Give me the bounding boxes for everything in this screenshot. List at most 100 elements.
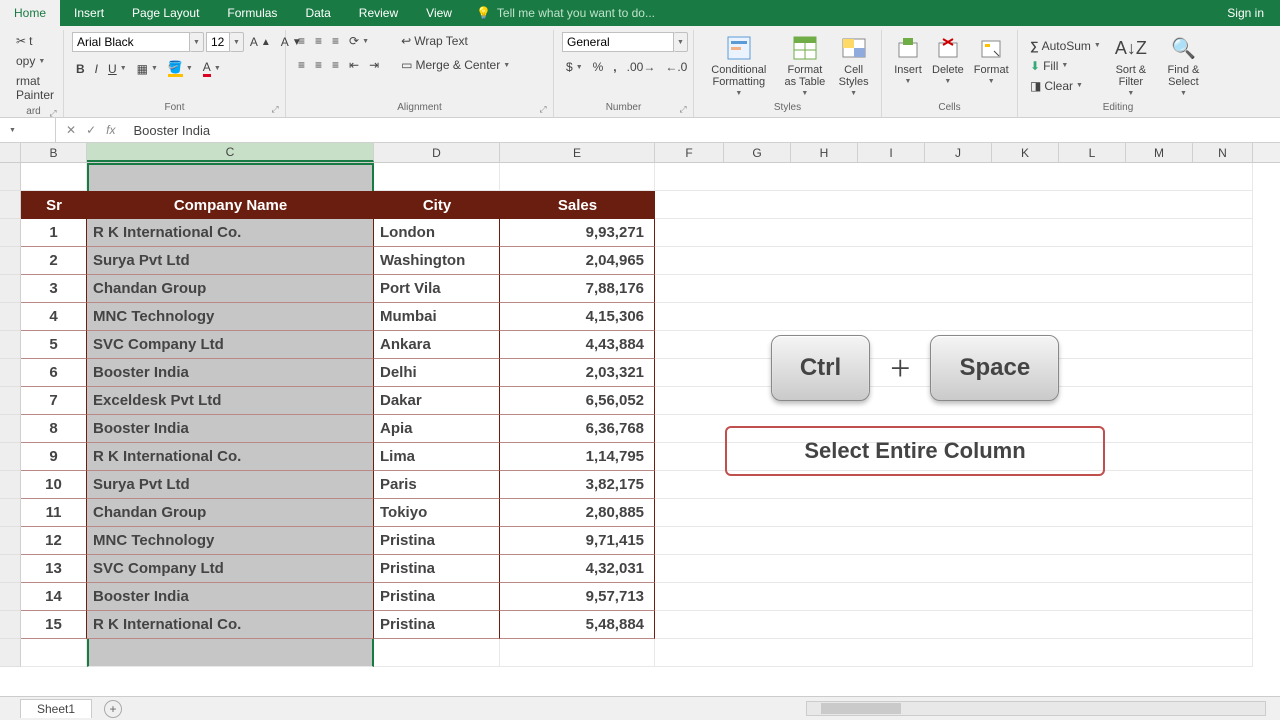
plus-icon: + xyxy=(890,347,910,389)
select-all-corner[interactable] xyxy=(0,143,21,162)
tab-insert[interactable]: Insert xyxy=(60,0,118,26)
column-header-L[interactable]: L xyxy=(1059,143,1126,162)
tell-me-search[interactable]: 💡 Tell me what you want to do... xyxy=(466,6,1211,20)
cell-styles-button[interactable]: Cell Styles▼ xyxy=(834,32,873,99)
column-header-E[interactable]: E xyxy=(500,143,655,162)
format-as-table-button[interactable]: Format as Table▼ xyxy=(778,32,833,99)
column-header-M[interactable]: M xyxy=(1126,143,1193,162)
align-bottom-button[interactable]: ≡ xyxy=(328,32,343,50)
row-header[interactable] xyxy=(0,191,21,219)
border-button[interactable]: ▦ ▼ xyxy=(133,60,162,78)
bucket-icon: 🪣 xyxy=(168,60,183,77)
comma-button[interactable]: , xyxy=(609,58,620,76)
row-header[interactable] xyxy=(0,639,21,667)
tab-view[interactable]: View xyxy=(412,0,466,26)
name-box[interactable]: ▼ xyxy=(0,118,56,142)
currency-button[interactable]: $ ▼ xyxy=(562,58,587,76)
align-top-button[interactable]: ≡ xyxy=(294,32,309,50)
column-header-F[interactable]: F xyxy=(655,143,724,162)
row-header[interactable] xyxy=(0,387,21,415)
fill-button[interactable]: ⬇ Fill ▼ xyxy=(1026,57,1105,75)
search-icon: 🔍 xyxy=(1169,34,1197,62)
align-left-button[interactable]: ≡ xyxy=(294,56,309,74)
bold-button[interactable]: B xyxy=(72,60,89,78)
row-header[interactable] xyxy=(0,583,21,611)
format-painter-button[interactable]: rmat Painter xyxy=(12,72,58,104)
row-header[interactable] xyxy=(0,499,21,527)
conditional-formatting-button[interactable]: Conditional Formatting▼ xyxy=(702,32,776,99)
sign-in-link[interactable]: Sign in xyxy=(1211,6,1280,20)
horizontal-scrollbar[interactable] xyxy=(806,701,1266,716)
row-header[interactable] xyxy=(0,275,21,303)
sort-filter-button[interactable]: A↓ZSort & Filter▼ xyxy=(1107,32,1155,99)
clear-button[interactable]: ◨ Clear ▼ xyxy=(1026,77,1105,95)
row-header[interactable] xyxy=(0,303,21,331)
delete-cells-button[interactable]: Delete▼ xyxy=(928,32,968,87)
insert-cells-button[interactable]: Insert▼ xyxy=(890,32,926,87)
tab-pagelayout[interactable]: Page Layout xyxy=(118,0,213,26)
percent-button[interactable]: % xyxy=(589,58,608,76)
row-header[interactable] xyxy=(0,415,21,443)
autosum-button[interactable]: ∑ AutoSum ▼ xyxy=(1026,37,1105,55)
cut-button[interactable]: ✂t xyxy=(12,32,58,50)
dialog-launcher-icon[interactable]: ⤢ xyxy=(678,104,688,114)
tab-data[interactable]: Data xyxy=(291,0,344,26)
copy-button[interactable]: opy ▼ xyxy=(12,52,58,70)
row-header[interactable] xyxy=(0,471,21,499)
align-middle-button[interactable]: ≡ xyxy=(311,32,326,50)
cancel-icon[interactable]: ✕ xyxy=(66,123,76,137)
tab-review[interactable]: Review xyxy=(345,0,412,26)
tab-formulas[interactable]: Formulas xyxy=(213,0,291,26)
increase-font-button[interactable]: A▲ xyxy=(246,33,275,51)
bulb-icon: 💡 xyxy=(476,6,491,20)
font-name-combo[interactable]: ▼ xyxy=(72,32,204,52)
tab-home[interactable]: Home xyxy=(0,0,60,26)
column-header-J[interactable]: J xyxy=(925,143,992,162)
column-header-H[interactable]: H xyxy=(791,143,858,162)
merge-center-button[interactable]: ▭ Merge & Center ▼ xyxy=(397,56,514,74)
row-header[interactable] xyxy=(0,443,21,471)
orientation-button[interactable]: ⟳ ▼ xyxy=(345,32,373,50)
dialog-launcher-icon[interactable]: ⤢ xyxy=(48,108,58,118)
enter-icon[interactable]: ✓ xyxy=(86,123,96,137)
font-size-combo[interactable]: ▼ xyxy=(206,32,244,52)
decrease-decimal-button[interactable]: ←.0 xyxy=(661,58,691,76)
fill-color-button[interactable]: 🪣 ▼ xyxy=(164,58,197,79)
font-color-button[interactable]: A ▼ xyxy=(199,58,225,79)
column-header-B[interactable]: B xyxy=(21,143,87,162)
italic-button[interactable]: I xyxy=(91,60,102,78)
column-header-I[interactable]: I xyxy=(858,143,925,162)
row-header[interactable] xyxy=(0,219,21,247)
row-header[interactable] xyxy=(0,331,21,359)
align-center-button[interactable]: ≡ xyxy=(311,56,326,74)
number-format-combo[interactable]: ▼ xyxy=(562,32,685,52)
wrap-text-button[interactable]: ↩ Wrap Text xyxy=(397,32,514,50)
column-header-N[interactable]: N xyxy=(1193,143,1253,162)
row-header[interactable] xyxy=(0,247,21,275)
add-sheet-button[interactable]: + xyxy=(104,700,122,718)
key-ctrl: Ctrl xyxy=(771,335,870,401)
sheet-tab[interactable]: Sheet1 xyxy=(20,699,92,718)
group-label-cells: Cells xyxy=(890,100,1009,117)
scrollbar-thumb[interactable] xyxy=(821,703,901,714)
column-header-C[interactable]: C xyxy=(87,143,374,162)
underline-button[interactable]: U ▼ xyxy=(104,60,131,78)
row-header[interactable] xyxy=(0,359,21,387)
find-select-button[interactable]: 🔍Find & Select▼ xyxy=(1157,32,1210,99)
indent-decrease-button[interactable]: ⇤ xyxy=(345,56,363,74)
row-header[interactable] xyxy=(0,527,21,555)
row-header[interactable] xyxy=(0,611,21,639)
increase-decimal-button[interactable]: .00→ xyxy=(623,58,660,76)
row-header[interactable] xyxy=(0,163,21,191)
column-header-G[interactable]: G xyxy=(724,143,791,162)
fx-icon[interactable]: fx xyxy=(106,123,115,137)
indent-increase-button[interactable]: ⇥ xyxy=(365,56,383,74)
column-header-K[interactable]: K xyxy=(992,143,1059,162)
dialog-launcher-icon[interactable]: ⤢ xyxy=(538,104,548,114)
formula-input[interactable]: Booster India xyxy=(125,123,1280,138)
dialog-launcher-icon[interactable]: ⤢ xyxy=(270,104,280,114)
row-header[interactable] xyxy=(0,555,21,583)
align-right-button[interactable]: ≡ xyxy=(328,56,343,74)
format-cells-button[interactable]: Format▼ xyxy=(970,32,1013,87)
column-header-D[interactable]: D xyxy=(374,143,500,162)
